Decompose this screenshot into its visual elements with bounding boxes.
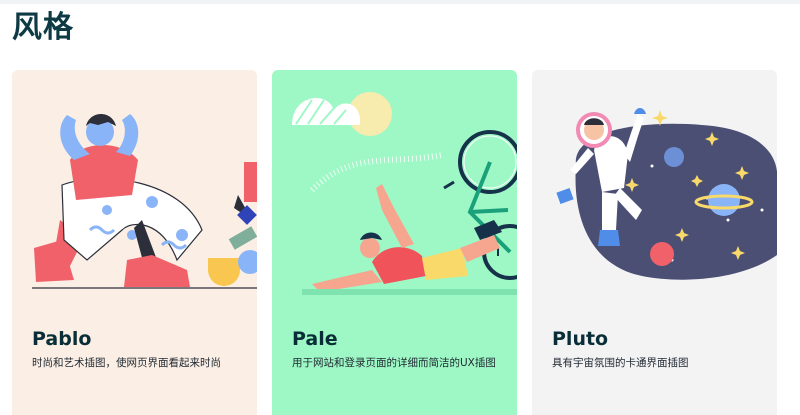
pale-illustration	[292, 92, 517, 295]
card-title: Pablo	[32, 328, 92, 350]
page-title: 风格	[12, 10, 74, 45]
style-card-pluto[interactable]: Pluto 具有宇宙氛围的卡通界面插图	[532, 70, 777, 415]
pablo-illustration	[32, 114, 257, 289]
card-description: 具有宇宙氛围的卡通界面插图	[552, 357, 689, 369]
top-bar	[0, 0, 800, 4]
card-description: 时尚和艺术插图，使网页界面看起来时尚	[32, 357, 221, 369]
pluto-illustration	[556, 108, 777, 280]
card-title: Pluto	[552, 328, 609, 350]
card-title: Pale	[292, 328, 338, 350]
card-description: 用于网站和登录页面的详细而简洁的UX插图	[292, 357, 496, 369]
style-card-pale[interactable]: Pale 用于网站和登录页面的详细而简洁的UX插图	[272, 70, 517, 415]
style-card-pablo[interactable]: Pablo 时尚和艺术插图，使网页界面看起来时尚	[12, 70, 257, 415]
